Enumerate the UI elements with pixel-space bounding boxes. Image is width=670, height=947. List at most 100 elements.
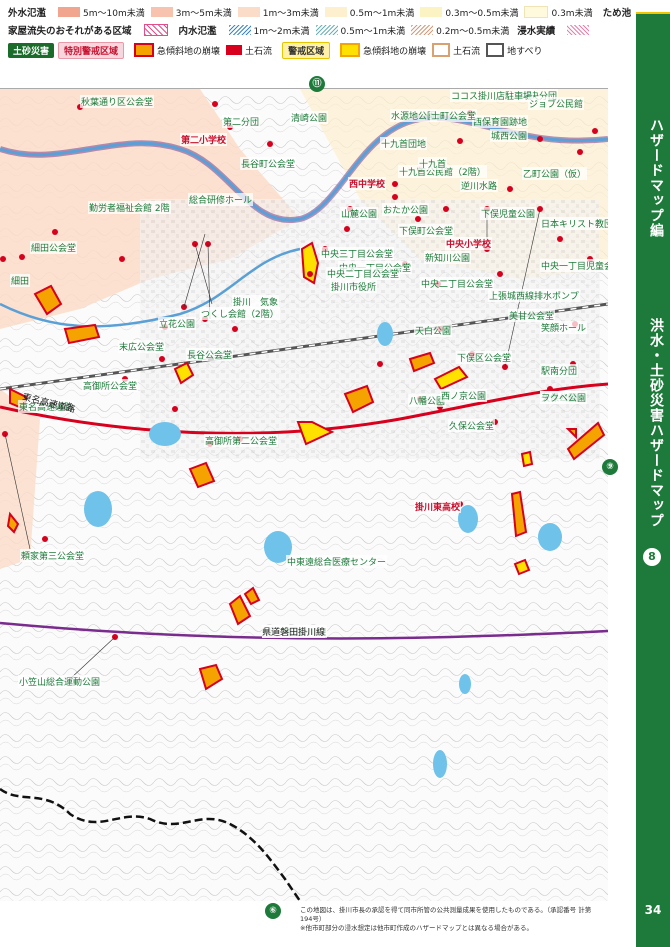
legend-row-collapse: 家屋流失のおそれがある区域 内水氾濫 1m〜2m未満 0.5m〜1m未満 0.2… [8, 22, 592, 38]
landslide-swatch [486, 43, 505, 57]
special-debris-swatch [226, 45, 243, 55]
legend-row-outer-flood: 外水氾濫 5m〜10m未満 3m〜5m未満 1m〜3m未満 0.5m〜1m未満 … [8, 4, 668, 20]
sidebar-number-badge: 8 [643, 548, 661, 566]
flood-label-4: 0.5m〜1m未満 [349, 8, 415, 19]
flood-swatch-3 [237, 7, 260, 17]
special-steep-label: 急傾斜地の崩壊 [157, 46, 221, 57]
special-debris-label: 土石流 [245, 46, 273, 57]
place-label: 西保育園跡地 [472, 115, 529, 128]
place-label: 山麓公園 [340, 207, 379, 220]
place-label: 笑顔ホール [540, 321, 588, 334]
special-steep-swatch [134, 43, 155, 57]
place-label: 下俣区公会堂 [456, 351, 513, 364]
inner-label-1: 1m〜2m未満 [253, 26, 310, 37]
place-label: 立花公園 [158, 317, 197, 330]
place-label: 天白公園 [414, 324, 453, 337]
place-label: 十九首 [418, 157, 448, 170]
place-label: 掛川市役所 [330, 280, 378, 293]
footnote-line-2: ※他市町部分の浸水想定は他市町作成のハザードマップとは異なる場合がある。 [300, 924, 533, 932]
place-label: 乙町公園（仮） [522, 167, 588, 180]
place-label: 中央小学校 [445, 237, 493, 250]
place-label: 中東遠総合医療センター [286, 555, 388, 568]
inner-swatch-3 [411, 25, 434, 35]
map-connector-11[interactable]: ⑪ [309, 76, 325, 92]
legend-row-sediment: 土砂災害 特別警戒区域 急傾斜地の崩壊 土石流 警戒区域 急傾斜地の崩壊 土石流… [8, 41, 542, 59]
place-label: 細田 [10, 274, 31, 287]
flood-label-5: 0.3m〜0.5m未満 [445, 8, 519, 19]
footnote: この地図は、掛川市長の承認を得て同市所管の公共測量成果を使用したものである。（承… [300, 906, 600, 933]
place-label: 中央三丁目公会堂 [320, 247, 395, 260]
inner-swatch-2 [315, 25, 338, 35]
place-label: 高御所第二公会堂 [204, 434, 279, 447]
inner-label-3: 0.2m〜0.5m未満 [436, 26, 510, 37]
place-label: 第二小学校 [180, 133, 228, 146]
legend-warning-tag: 警戒区域 [282, 41, 331, 59]
legend-inner-flood-label: 内水氾濫 [178, 26, 217, 37]
legend-special-tag: 特別警戒区域 [58, 41, 125, 59]
collapse-swatch [143, 24, 168, 36]
place-label: 細田公会堂 [30, 241, 78, 254]
flood-label-1: 5m〜10m未満 [83, 8, 145, 19]
sidebar-top-band [636, 0, 670, 14]
place-label: 城西公園 [490, 129, 529, 142]
hazard-map[interactable]: 秋葉通り区公会堂 第二分団 第二小学校 総合研修ホール 勤労者福祉会館 2階 細田公会堂細… [0, 88, 608, 901]
town-area [140, 199, 600, 459]
map-connector-6[interactable]: ⑥ [265, 903, 281, 919]
flood-label-6: 0.3m未満 [551, 8, 593, 19]
flood-swatch-1 [58, 7, 81, 17]
record-swatch [567, 25, 590, 35]
place-label: 日本キリスト教団掛川教会 [540, 217, 608, 230]
place-label: 長谷町公会堂 [240, 157, 297, 170]
map-connector-9[interactable]: ⑨ [602, 459, 618, 475]
place-label: 清崎公園 [290, 111, 329, 124]
place-label: 中央二丁目公会堂 [420, 277, 495, 290]
pond [433, 750, 447, 778]
warning-debris-label: 土石流 [453, 46, 481, 57]
warning-steep-label: 急傾斜地の崩壊 [363, 46, 427, 57]
legend-sediment-tag: 土砂災害 [8, 42, 55, 58]
place-label: 長谷公会堂 [186, 348, 234, 361]
place-label: 総合研修ホール [188, 193, 254, 206]
sidebar-subtitle: 洪水・土砂災害ハザードマップ [648, 318, 664, 528]
place-label: 中央一丁目児童会館 [540, 259, 608, 272]
sidebar: ハザードマップ編 洪水・土砂災害ハザードマップ 8 [636, 0, 670, 947]
flood-swatch-5 [420, 7, 443, 17]
pond [459, 674, 471, 694]
pond [538, 523, 562, 551]
place-label: つくし会館（2階） [200, 307, 280, 320]
place-label: 第二分団 [222, 115, 261, 128]
legend-collapse-label: 家屋流失のおそれがある区域 [8, 26, 132, 37]
place-label: 高御所公会堂 [82, 379, 139, 392]
place-label: 逆川水路 [460, 179, 499, 192]
place-label: 駅南分団 [540, 364, 579, 377]
place-label: 掛川東高校 [414, 500, 462, 513]
footnote-line-1: この地図は、掛川市長の承認を得て同市所管の公共測量成果を使用したものである。（承… [300, 906, 592, 923]
pond [149, 422, 181, 446]
place-label: 久保公会堂 [448, 419, 496, 432]
place-label: 掛川 気象 [232, 295, 280, 308]
place-label: 小笠山総合運動公園 [18, 675, 102, 688]
warning-steep-swatch [340, 43, 361, 57]
flood-swatch-6 [524, 6, 549, 18]
legend-outer-flood-label: 外水氾濫 [8, 8, 47, 19]
warning-debris-swatch [432, 43, 451, 57]
inner-label-2: 0.5m〜1m未満 [340, 26, 406, 37]
place-label: 上張城西線排水ポンプ [488, 289, 580, 302]
flood-swatch-4 [324, 7, 347, 17]
place-label: 末広公会堂 [118, 340, 166, 353]
sidebar-title: ハザードマップ編 [648, 118, 664, 238]
place-label: 下俣児童公園 [480, 207, 537, 220]
place-label: 十九首団地 [380, 137, 428, 150]
place-label: ココス掛川店駐車場 [450, 89, 534, 102]
legend-record-label: 浸水実績 [517, 26, 556, 37]
place-label: 士町公会堂 [430, 109, 478, 122]
place-label: 中央二丁目公会堂 [326, 267, 401, 280]
pref-road-label: 県道磐田掛川線 [262, 625, 326, 638]
place-label: おたか公園 [382, 203, 430, 216]
place-label: 西中学校 [348, 177, 387, 190]
inner-swatch-1 [228, 25, 251, 35]
place-label: 勤労者福祉会館 2階 [88, 201, 171, 214]
pond [377, 322, 393, 346]
flood-swatch-2 [150, 7, 173, 17]
pond [84, 491, 112, 527]
